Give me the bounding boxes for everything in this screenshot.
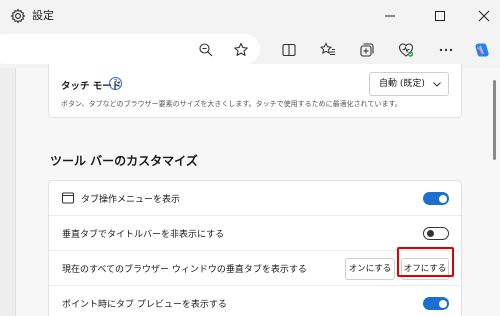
close-button[interactable] [462, 0, 500, 32]
section-title: ツール バーのカスタマイズ [50, 154, 198, 168]
sidebar-edge [0, 68, 16, 316]
title-bar: 設定 [0, 0, 500, 32]
address-bar[interactable] [0, 34, 260, 64]
browser-toolbar [0, 32, 500, 68]
split-screen-icon[interactable] [279, 40, 299, 60]
collections-icon[interactable] [357, 40, 377, 60]
setting-row-tab-preview: ポイント時にタブ プレビューを表示する [49, 286, 461, 316]
setting-label: タブ操作メニューを表示 [81, 195, 181, 205]
setting-label: 現在のすべてのブラウザー ウィンドウの垂直タブを表示する [62, 265, 307, 275]
hide-title-bar-toggle[interactable] [423, 227, 449, 240]
maximize-button[interactable] [418, 0, 462, 32]
tab-preview-toggle[interactable] [423, 297, 449, 310]
minimize-button[interactable] [368, 0, 412, 32]
maximize-icon [435, 11, 445, 21]
zoom-out-icon[interactable] [196, 40, 216, 60]
favorites-icon[interactable] [318, 40, 338, 60]
setting-label: ポイント時にタブ プレビューを表示する [62, 300, 227, 310]
setting-row-tab-actions-menu: タブ操作メニューを表示 [49, 181, 461, 216]
setting-label: 垂直タブでタイトルバーを非表示にする [62, 230, 225, 240]
copilot-icon[interactable] [472, 40, 492, 60]
toggle-knob [439, 194, 447, 203]
window-title: 設定 [32, 9, 54, 22]
touch-mode-card: タッチ モード ? ボタン、タブなどのブラウザー要素のサイズを大きくします。タッ… [48, 64, 462, 118]
turn-on-button[interactable]: オンにする [345, 258, 395, 280]
toggle-knob [427, 230, 434, 237]
dropdown-value: 自動 (既定) [379, 79, 425, 89]
browser-essentials-icon[interactable] [396, 40, 416, 60]
gear-icon [10, 8, 26, 24]
touch-mode-dropdown[interactable]: 自動 (既定) [369, 72, 449, 96]
favorite-star-icon[interactable] [231, 40, 251, 60]
help-icon[interactable]: ? [109, 77, 122, 90]
setting-row-hide-title-bar: 垂直タブでタイトルバーを非表示にする [49, 216, 461, 251]
tab-actions-icon [62, 192, 74, 204]
close-icon [478, 10, 490, 22]
scrollbar-thumb[interactable] [493, 80, 496, 160]
tab-actions-menu-toggle[interactable] [423, 192, 449, 205]
more-icon[interactable] [436, 40, 456, 60]
touch-mode-description: ボタン、タブなどのブラウザー要素のサイズを大きくします。タッチで使用するために最… [61, 100, 402, 108]
chevron-down-icon [433, 82, 441, 87]
highlight-box [397, 247, 454, 277]
toggle-knob [439, 299, 447, 308]
minimize-icon [385, 15, 395, 17]
